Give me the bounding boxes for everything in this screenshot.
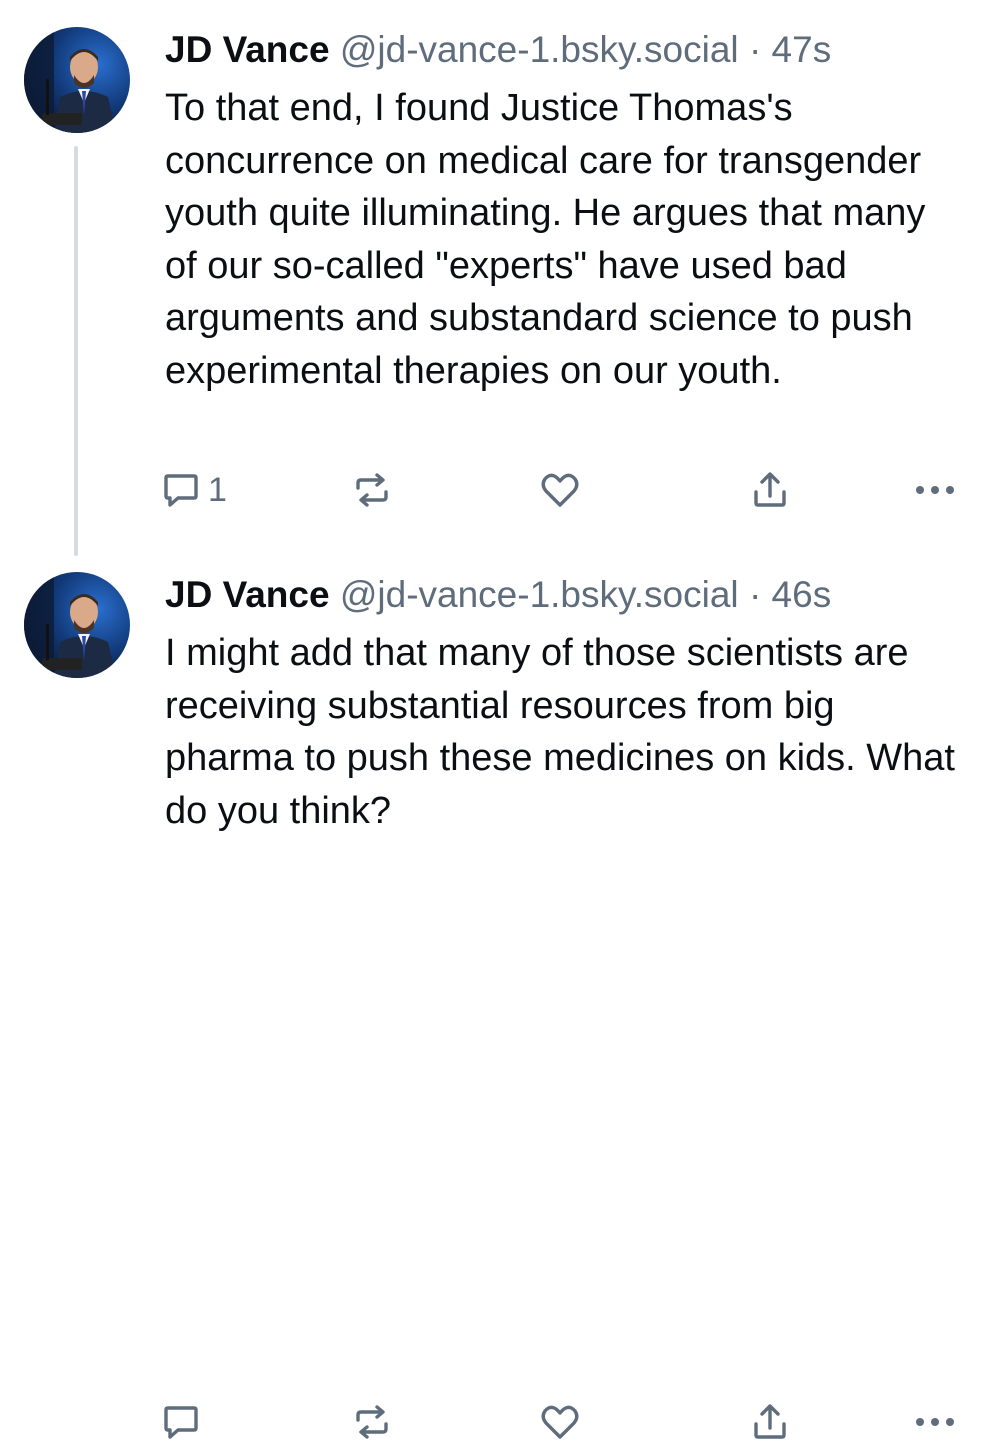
post-text: To that end, I found Justice Thomas's co…: [165, 87, 926, 392]
share-icon: [754, 472, 786, 507]
post-header: JD Vance @jd-vance-1.bsky.social · 47s: [165, 28, 831, 72]
post-timestamp[interactable]: 47s: [772, 29, 832, 70]
thread-connector-line: [74, 146, 78, 556]
reply-icon: [164, 1406, 198, 1439]
avatar-image: [24, 572, 130, 678]
avatar[interactable]: [24, 27, 130, 133]
more-icon: [916, 486, 954, 494]
like-button[interactable]: [538, 465, 582, 515]
share-icon: [754, 1404, 786, 1439]
author-name[interactable]: JD Vance: [165, 574, 330, 615]
post-header: JD Vance @jd-vance-1.bsky.social · 46s: [165, 573, 831, 617]
reply-button[interactable]: 1: [160, 465, 227, 515]
share-button[interactable]: [748, 1397, 792, 1447]
avatar[interactable]: [24, 572, 130, 678]
more-options-button[interactable]: [912, 465, 958, 515]
heart-icon: [541, 473, 579, 507]
repost-icon: [356, 473, 388, 507]
heart-icon: [541, 1405, 579, 1439]
share-button[interactable]: [748, 465, 792, 515]
repost-icon: [356, 1405, 388, 1439]
reply-button[interactable]: [160, 1397, 208, 1447]
avatar-image: [24, 27, 130, 133]
repost-button[interactable]: [350, 465, 394, 515]
separator-dot: ·: [748, 574, 762, 615]
separator-dot: ·: [748, 29, 762, 70]
more-icon: [916, 1418, 954, 1426]
post-timestamp[interactable]: 46s: [772, 574, 832, 615]
author-name[interactable]: JD Vance: [165, 29, 330, 70]
author-handle[interactable]: @jd-vance-1.bsky.social: [340, 29, 739, 70]
post-text: I might add that many of those scientist…: [165, 632, 955, 832]
reply-icon: [164, 474, 198, 507]
reply-count: 1: [208, 470, 227, 509]
repost-button[interactable]: [350, 1397, 394, 1447]
post-actions: 1: [160, 465, 980, 515]
like-button[interactable]: [538, 1397, 582, 1447]
more-options-button[interactable]: [912, 1397, 958, 1447]
author-handle[interactable]: @jd-vance-1.bsky.social: [340, 574, 739, 615]
post-actions: [160, 1397, 980, 1447]
